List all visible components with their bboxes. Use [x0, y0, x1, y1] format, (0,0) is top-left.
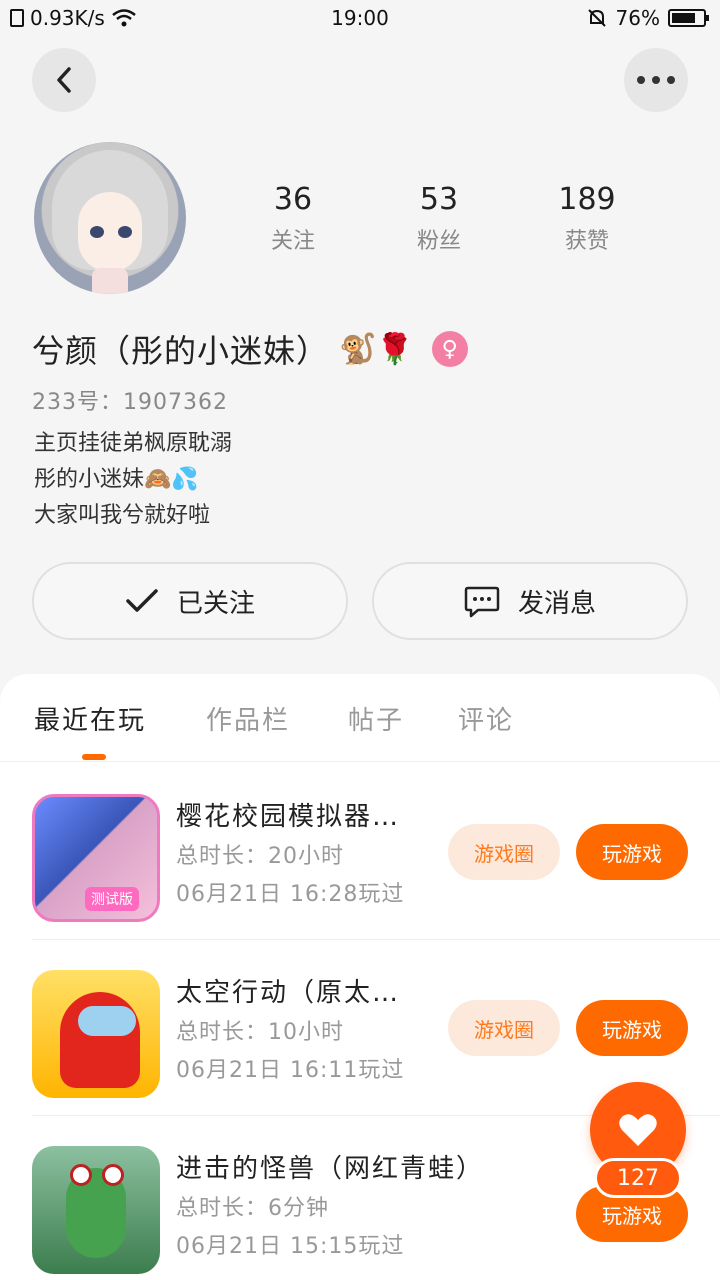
avatar-eye-left: [90, 226, 104, 238]
following-label: 关注: [270, 229, 315, 254]
user-id: 233号：1907362: [32, 390, 228, 415]
tab-works[interactable]: 作品栏: [206, 700, 290, 737]
beta-badge: 测试版: [85, 887, 139, 911]
battery-icon: [668, 9, 709, 27]
avatar-eye-right: [118, 226, 132, 238]
like-count: 127: [594, 1158, 682, 1198]
bio-line: 主页挂徒弟枫原耽溺: [34, 431, 233, 456]
message-label: 发消息: [517, 588, 596, 619]
play-game-button[interactable]: 玩游戏: [576, 1000, 688, 1056]
back-button[interactable]: [32, 48, 96, 112]
frog-eye-left: [70, 1164, 92, 1186]
game-duration: 总时长：6分钟: [176, 1196, 329, 1221]
more-button[interactable]: [624, 48, 688, 112]
game-last-played: 06月21日 16:11玩过: [176, 1058, 405, 1083]
battery-fill: [672, 13, 695, 23]
tab-recent-play[interactable]: 最近在玩: [34, 700, 146, 737]
game-title: 进击的怪兽（网红青蛙）: [176, 1154, 485, 1184]
battery-percent: 76%: [615, 6, 660, 30]
tab-indicator: [82, 754, 106, 760]
game-icon-sakura-school[interactable]: 测试版: [32, 794, 160, 922]
bio-line: 彤的小迷妹🙈💦: [34, 467, 199, 492]
user-name: 兮颜（彤的小迷妹）: [32, 332, 330, 370]
game-duration: 总时长：20小时: [176, 844, 344, 869]
stat-likes[interactable]: 189 获赞: [532, 182, 642, 255]
crewmate-visor: [78, 1006, 136, 1036]
tab-comments[interactable]: 评论: [458, 700, 514, 737]
avatar[interactable]: [34, 142, 186, 294]
user-bio: 主页挂徒弟枫原耽溺 彤的小迷妹🙈💦 大家叫我兮就好啦: [34, 426, 232, 534]
frog-eye-right: [102, 1164, 124, 1186]
game-title: 樱花校园模拟器…: [176, 802, 401, 832]
tab-posts[interactable]: 帖子: [348, 700, 404, 737]
game-title: 太空行动（原太…: [176, 978, 401, 1008]
followed-label: 已关注: [176, 588, 255, 619]
heart-icon: [619, 1114, 657, 1146]
play-game-button[interactable]: 玩游戏: [576, 824, 688, 880]
game-icon-monster-frog[interactable]: [32, 1146, 160, 1274]
mute-bell-icon: [587, 9, 606, 27]
chevron-left-icon: [57, 67, 71, 93]
game-last-played: 06月21日 16:28玩过: [176, 882, 405, 907]
fans-count: 53: [419, 182, 459, 217]
name-emoji: 🐒🌹: [339, 331, 414, 367]
female-icon: ♀: [431, 331, 468, 367]
game-duration: 总时长：10小时: [176, 1020, 344, 1045]
more-dots-icon: [637, 76, 675, 84]
bio-line: 大家叫我兮就好啦: [34, 503, 211, 528]
followed-button[interactable]: 已关注: [32, 562, 348, 640]
avatar-neck: [92, 268, 128, 294]
following-count: 36: [273, 182, 313, 217]
status-bar: 0.93K/s 19:00 76%: [0, 0, 720, 36]
checkmark-icon: [126, 589, 158, 612]
stat-fans[interactable]: 53 粉丝: [384, 182, 494, 255]
likes-label: 获赞: [564, 229, 609, 254]
tab-bar: 最近在玩 作品栏 帖子 评论: [0, 674, 720, 762]
game-icon-space-action[interactable]: [32, 970, 160, 1098]
stat-following[interactable]: 36 关注: [238, 182, 348, 255]
avatar-face: [78, 192, 142, 272]
game-circle-button[interactable]: 游戏圈: [448, 824, 560, 880]
game-row[interactable]: 测试版 樱花校园模拟器… 总时长：20小时 06月21日 16:28玩过 游戏圈…: [0, 764, 720, 940]
fans-label: 粉丝: [416, 229, 461, 254]
likes-count: 189: [558, 182, 616, 217]
message-button[interactable]: 发消息: [372, 562, 688, 640]
game-circle-button[interactable]: 游戏圈: [448, 1000, 560, 1056]
name-row: 兮颜（彤的小迷妹） 🐒🌹 ♀: [32, 326, 468, 372]
game-last-played: 06月21日 15:15玩过: [176, 1234, 405, 1259]
chat-bubble-icon: [464, 586, 500, 618]
status-right: 76%: [586, 6, 709, 30]
